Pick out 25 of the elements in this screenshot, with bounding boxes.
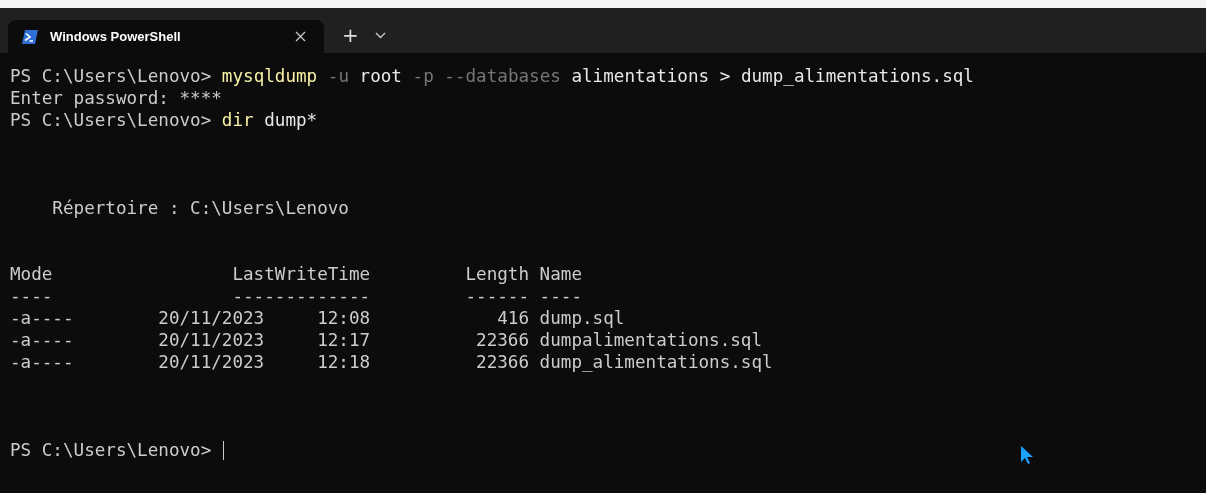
output-text: -a---- 20/11/2023 12:17 22366 dumpalimentations.sql [10,329,763,351]
argument-text: dump* [263,109,318,131]
new-tab-button[interactable]: + [338,21,363,49]
powershell-icon [22,29,38,44]
argument-text: root [358,65,402,87]
prompt-text: PS C:\Users\Lenovo> [10,439,213,461]
terminal-tab[interactable]: Windows PowerShell [8,20,324,53]
output-text: Mode LastWriteTime Length Name [10,263,582,285]
output-text: -a---- 20/11/2023 12:08 416 dump.sql [10,307,625,329]
mouse-pointer-icon [1020,445,1034,465]
chevron-down-icon[interactable] [374,32,386,39]
prompt-text: PS C:\Users\Lenovo> [10,109,213,131]
command-text: mysqldump [221,65,318,87]
prompt-text: PS C:\Users\Lenovo> [10,65,213,87]
parameter-text: -u [326,65,349,87]
text-cursor [222,440,224,460]
tab-title: Windows PowerShell [50,29,182,44]
output-text: -a---- 20/11/2023 12:18 22366 dump_alimentations.sql [10,351,773,373]
parameter-text: -p --databases [411,65,561,87]
output-text: ---- ------------- ------ ---- [10,285,582,307]
close-icon[interactable] [295,31,306,42]
output-text: Répertoire : C:\Users\Lenovo [51,197,349,219]
argument-text: alimentations > dump_alimentations.sql [570,65,974,87]
output-text: Enter password: **** [10,87,222,109]
command-text: dir [221,109,254,131]
